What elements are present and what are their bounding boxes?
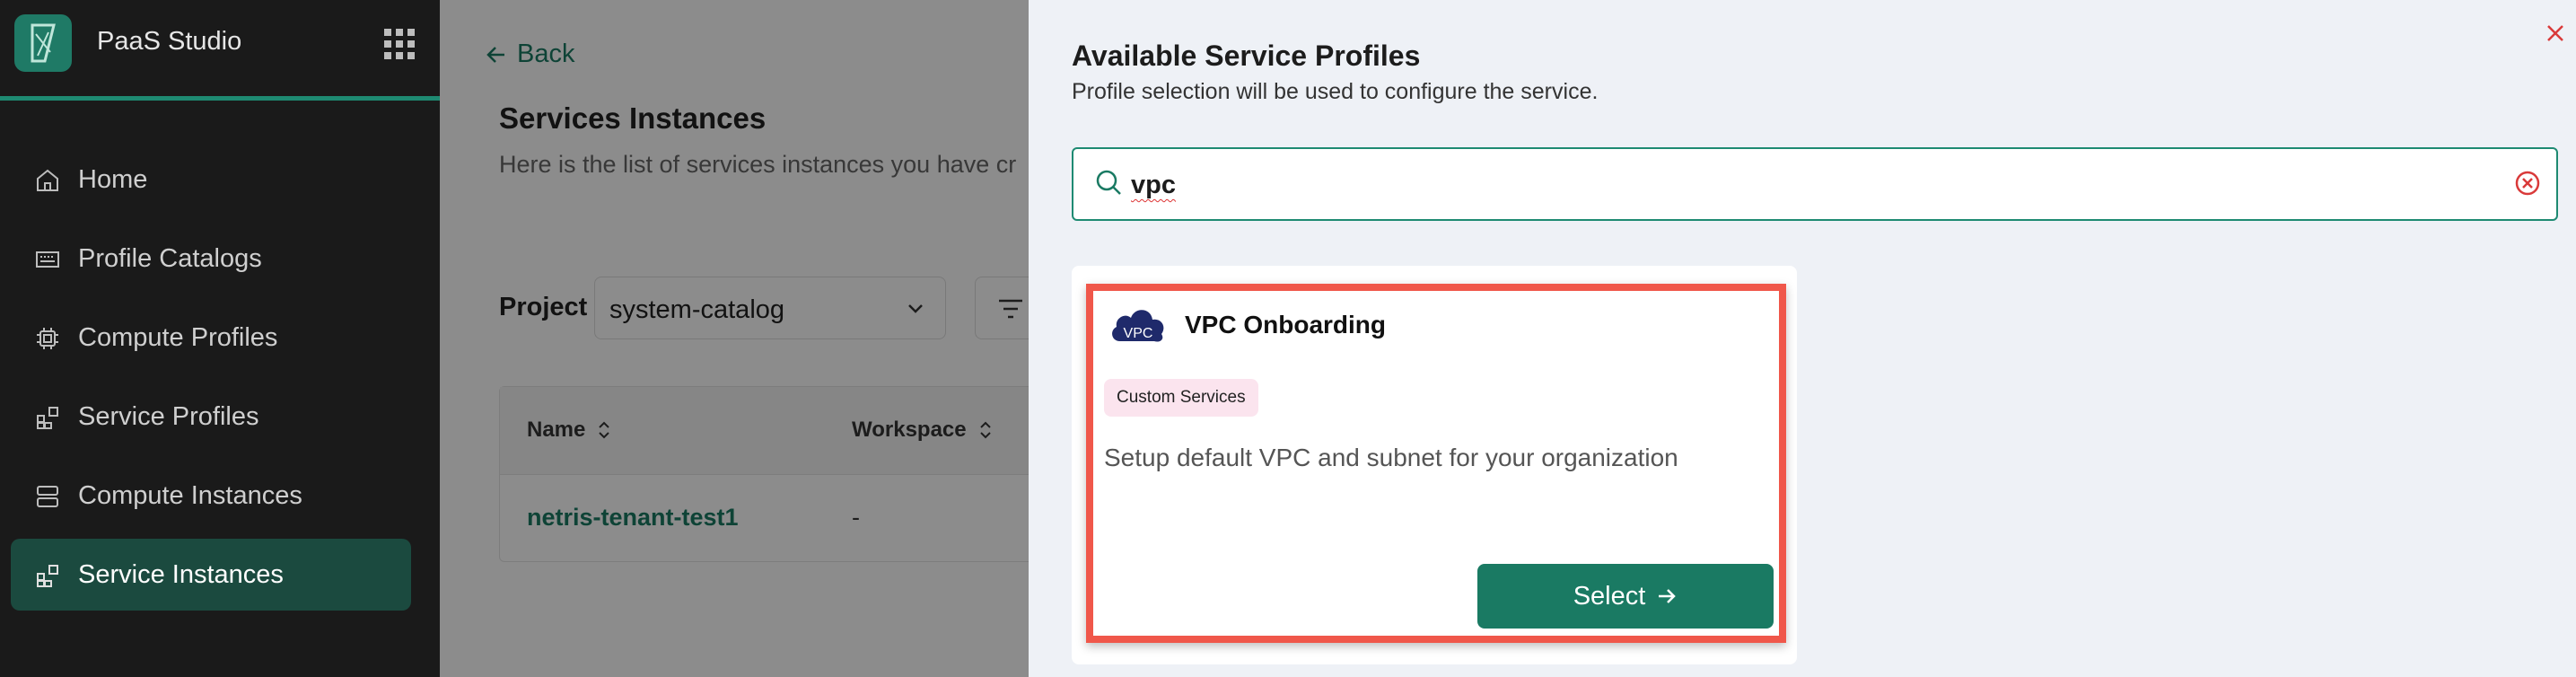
card-description: Setup default VPC and subnet for your or… <box>1104 444 1678 471</box>
drawer-subtitle: Profile selection will be used to config… <box>1072 79 1599 104</box>
service-profile-card[interactable]: VPC VPC Onboarding Custom Services Setup… <box>1072 266 1797 664</box>
sidebar: PaaS Studio Home Profile Catalogs Comput… <box>0 0 440 677</box>
vpc-cloud-icon: VPC <box>1112 310 1164 342</box>
sidebar-item-label: Home <box>78 165 148 194</box>
sidebar-item-compute-instances[interactable]: Compute Instances <box>11 460 411 532</box>
app-logo[interactable] <box>14 14 72 72</box>
close-icon[interactable] <box>2542 20 2569 47</box>
sidebar-item-compute-profiles[interactable]: Compute Profiles <box>11 302 411 374</box>
select-button[interactable]: Select <box>1477 564 1774 629</box>
sidebar-item-label: Service Instances <box>78 560 284 589</box>
vpc-icon-text: VPC <box>1124 326 1153 341</box>
drawer-title: Available Service Profiles <box>1072 40 1421 72</box>
blocks-icon <box>37 407 58 429</box>
sidebar-item-service-profiles[interactable]: Service Profiles <box>11 381 411 453</box>
brand-header: PaaS Studio <box>0 0 440 101</box>
card-title: VPC Onboarding <box>1185 311 1386 338</box>
apps-grid-icon[interactable] <box>384 29 415 59</box>
select-button-label: Select <box>1573 581 1646 611</box>
sidebar-nav: Home Profile Catalogs Compute Profiles S… <box>11 144 411 618</box>
catalog-icon <box>36 251 59 268</box>
search-icon <box>1096 170 1121 195</box>
clear-search-icon[interactable] <box>2513 169 2542 198</box>
sidebar-item-label: Service Profiles <box>78 402 259 431</box>
category-badge: Custom Services <box>1104 379 1258 417</box>
highlight-frame: VPC VPC Onboarding Custom Services Setup… <box>1086 284 1786 643</box>
home-icon <box>37 169 58 191</box>
service-profiles-drawer: Available Service Profiles Profile selec… <box>1029 0 2576 677</box>
sidebar-item-profile-catalogs[interactable]: Profile Catalogs <box>11 223 411 295</box>
sidebar-item-label: Profile Catalogs <box>78 244 262 273</box>
modal-overlay[interactable] <box>440 0 1029 677</box>
search-input[interactable]: vpc <box>1072 147 2558 221</box>
cpu-icon <box>37 328 58 349</box>
sidebar-item-home[interactable]: Home <box>11 144 411 215</box>
search-input-value: vpc <box>1131 171 1176 199</box>
server-icon <box>37 486 58 507</box>
blocks-icon <box>37 565 58 587</box>
app-name: PaaS Studio <box>97 27 242 56</box>
sidebar-item-service-instances[interactable]: Service Instances <box>11 539 411 611</box>
sidebar-item-label: Compute Profiles <box>78 323 278 352</box>
arrow-right-icon <box>1659 589 1677 603</box>
sidebar-item-label: Compute Instances <box>78 481 302 510</box>
